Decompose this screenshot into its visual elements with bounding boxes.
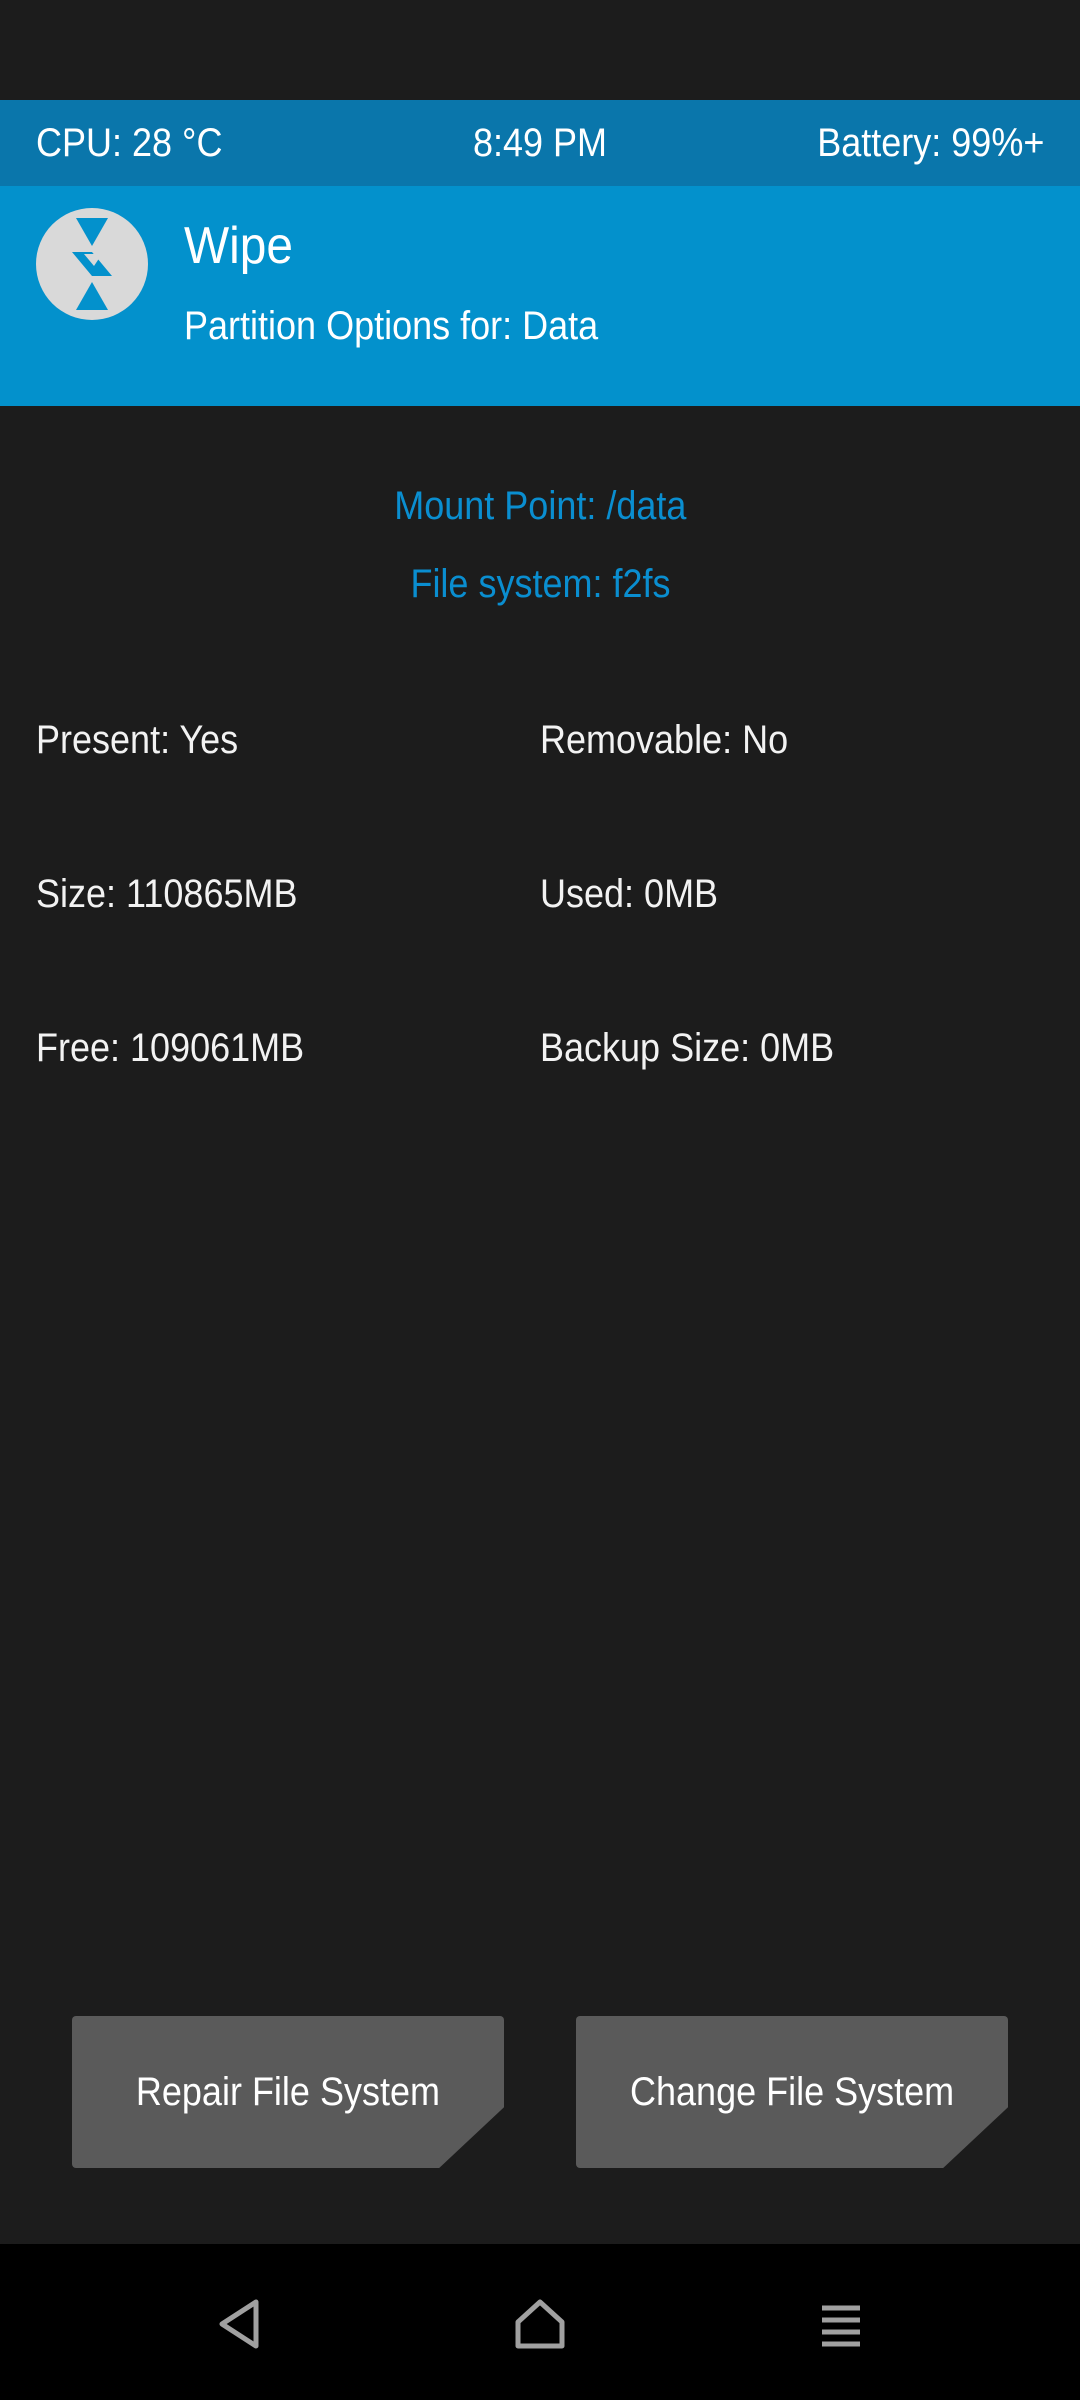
change-file-system-label: Change File System bbox=[629, 2069, 955, 2114]
backup-size-value: Backup Size: 0MB bbox=[540, 1026, 835, 1070]
home-icon[interactable] bbox=[510, 2294, 570, 2354]
removable-status: Removable: No bbox=[540, 718, 789, 762]
back-triangle-icon[interactable] bbox=[212, 2294, 272, 2354]
size-value: Size: 110865MB bbox=[36, 872, 298, 916]
clock: 8:49 PM bbox=[472, 121, 608, 165]
page-header: Wipe Partition Options for: Data bbox=[0, 186, 1080, 406]
present-status: Present: Yes bbox=[36, 718, 239, 762]
used-value: Used: 0MB bbox=[540, 872, 719, 916]
file-system-label: File system: f2fs bbox=[0, 562, 1080, 607]
status-bar: CPU: 28 °C 8:49 PM Battery: 99%+ bbox=[0, 100, 1080, 186]
repair-file-system-button[interactable]: Repair File System bbox=[72, 2016, 504, 2168]
navigation-bar bbox=[0, 2244, 1080, 2400]
free-value: Free: 109061MB bbox=[36, 1026, 305, 1070]
twrp-wipe-screen: CPU: 28 °C 8:49 PM Battery: 99%+ Wipe Pa… bbox=[0, 0, 1080, 2400]
mount-point-text: Mount Point: /data bbox=[393, 484, 687, 528]
mount-point-label: Mount Point: /data bbox=[0, 484, 1080, 529]
twrp-logo-icon bbox=[36, 208, 148, 320]
change-file-system-button[interactable]: Change File System bbox=[576, 2016, 1008, 2168]
page-title: Wipe bbox=[184, 217, 294, 275]
cpu-temperature: CPU: 28 °C bbox=[36, 121, 223, 165]
repair-file-system-label: Repair File System bbox=[135, 2069, 441, 2114]
menu-lines-icon[interactable] bbox=[810, 2294, 870, 2354]
page-subtitle: Partition Options for: Data bbox=[184, 304, 599, 348]
file-system-text: File system: f2fs bbox=[409, 562, 671, 606]
battery-status: Battery: 99%+ bbox=[816, 121, 1044, 165]
